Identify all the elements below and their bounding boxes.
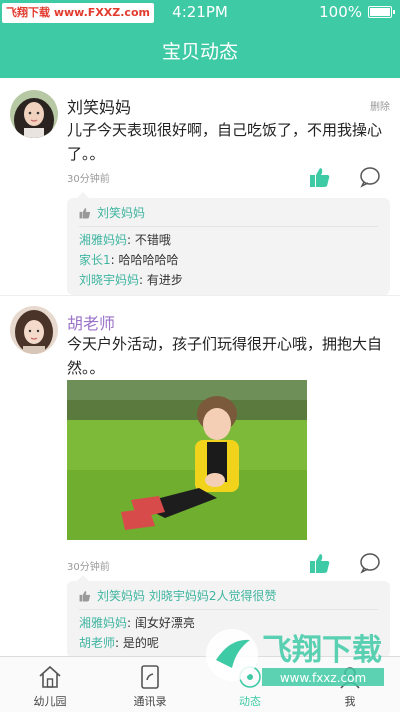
thumbs-up-icon	[79, 591, 91, 602]
post-text: 今天户外活动，孩子们玩得很开心哦，拥抱大自然。。	[67, 335, 383, 377]
battery-icon	[368, 6, 395, 18]
avatar[interactable]	[10, 90, 58, 138]
likes-row: 刘笑妈妈	[79, 203, 378, 227]
tab-contacts[interactable]: 通讯录	[100, 657, 200, 712]
comment-icon[interactable]	[359, 552, 381, 574]
watermark-logo-url: www.fxxz.com	[280, 671, 366, 685]
comment-text: : 是的呢	[115, 636, 159, 650]
home-icon	[39, 665, 61, 688]
thumbs-up-icon[interactable]	[309, 166, 331, 188]
comment-author[interactable]: 刘晓宇妈妈	[79, 273, 139, 287]
comment-author[interactable]: 湘雅妈妈	[79, 233, 127, 247]
feed-list[interactable]: 刘笑妈妈 删除 儿子今天表现很好啊，自己吃饭了，不用我操心了。。 30分钟前 刘…	[0, 78, 400, 656]
comment-text: : 有进步	[139, 273, 183, 287]
comment-row[interactable]: 家长1: 哈哈哈哈哈	[79, 250, 378, 270]
status-bar: 飞翔下载 www.FXXZ.com 4:21PM 100%	[0, 0, 400, 26]
thumbs-up-icon	[79, 208, 91, 219]
watermark-logo-text: 飞翔下载	[262, 633, 382, 668]
delete-button[interactable]: 删除	[370, 98, 390, 113]
comment-row[interactable]: 刘晓宇妈妈: 有进步	[79, 270, 378, 290]
comment-author[interactable]: 湘雅妈妈	[79, 616, 127, 630]
comment-author[interactable]: 胡老师	[79, 636, 115, 650]
watermark-logo: 飞翔下载 www.fxxz.com	[206, 629, 384, 686]
tab-label: 幼儿园	[33, 695, 67, 708]
feed-post: 刘笑妈妈 删除 儿子今天表现很好啊，自己吃饭了，不用我操心了。。 30分钟前 刘…	[0, 78, 400, 296]
contacts-icon	[141, 665, 159, 689]
likes-names[interactable]: 刘笑妈妈 刘晓宇妈妈2人觉得很赞	[97, 586, 276, 606]
post-author[interactable]: 刘笑妈妈	[67, 94, 131, 118]
likes-names[interactable]: 刘笑妈妈	[97, 203, 145, 223]
comment-author[interactable]: 家长1	[79, 253, 111, 267]
page-title: 宝贝动态	[0, 26, 400, 78]
likes-row: 刘笑妈妈 刘晓宇妈妈2人觉得很赞	[79, 586, 378, 610]
comment-text: : 闺女好漂亮	[127, 616, 195, 630]
comment-row[interactable]: 湘雅妈妈: 不错哦	[79, 230, 378, 250]
post-text: 儿子今天表现很好啊，自己吃饭了，不用我操心了。。	[67, 121, 383, 163]
comment-text: : 不错哦	[127, 233, 171, 247]
post-time: 30分钟前	[67, 174, 110, 185]
post-author[interactable]: 胡老师	[67, 310, 115, 334]
post-time: 30分钟前	[67, 562, 110, 573]
battery-percent: 100%	[319, 3, 362, 21]
tab-label: 通讯录	[133, 695, 167, 708]
comment-box: 刘笑妈妈 湘雅妈妈: 不错哦 家长1: 哈哈哈哈哈 刘晓宇妈妈: 有进步	[67, 192, 390, 295]
feed-post: 胡老师 今天户外活动，孩子们玩得很开心哦，拥抱大自然。。 30分钟前 刘笑妈妈 …	[0, 296, 400, 656]
comment-icon[interactable]	[359, 166, 381, 188]
avatar[interactable]	[10, 306, 58, 354]
post-photo[interactable]	[67, 380, 307, 540]
thumbs-up-icon[interactable]	[309, 552, 331, 574]
tab-kindergarten[interactable]: 幼儿园	[0, 657, 100, 712]
battery-indicator: 100%	[319, 3, 395, 21]
comment-text: : 哈哈哈哈哈	[110, 253, 179, 267]
